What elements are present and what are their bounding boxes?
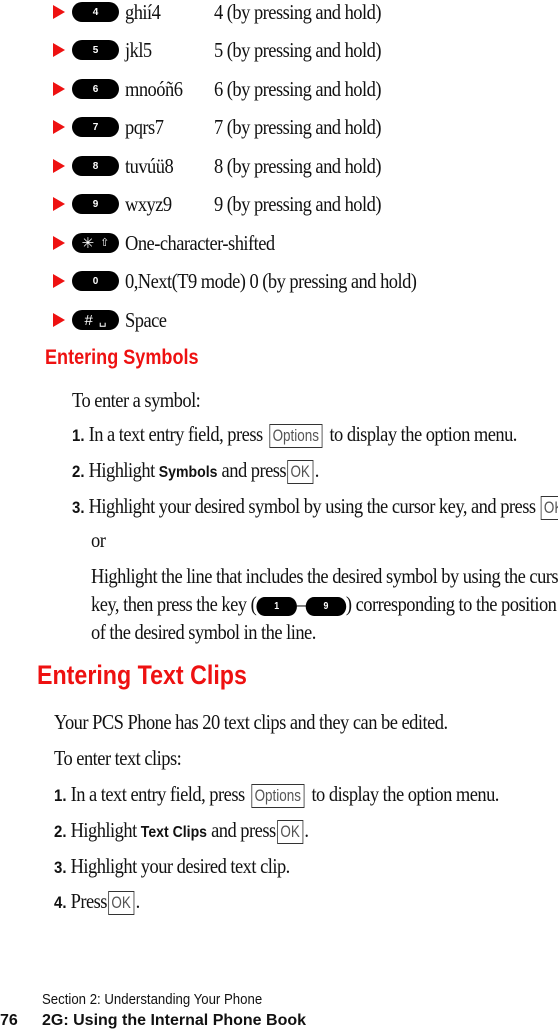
bullet-arrow-icon [53, 313, 65, 327]
key-desc: 8 (by pressing and hold) [214, 153, 382, 178]
key-desc: 6 (by pressing and hold) [214, 76, 382, 101]
ok-softkey: OK [541, 496, 558, 521]
section-heading-text-clips: Entering Text Clips [37, 660, 247, 690]
key-letters: mnoóñ6 [125, 76, 183, 101]
options-softkey: Options [251, 784, 305, 809]
symbols-alt-line-2: key, then press the key (1–9) correspond… [91, 592, 557, 616]
key-1-icon: 1 [256, 596, 297, 616]
key-pound-space-icon: # ␣ [72, 310, 119, 330]
footer-chapter-title: 2G: Using the Internal Phone Book [42, 1012, 307, 1029]
bullet-arrow-icon [53, 197, 65, 211]
key-5-icon: 5 [72, 40, 119, 60]
text-clips-step-1: 1. In a text entry field, press Options … [54, 782, 499, 809]
text-clips-step-4: 4. Press OK. [54, 889, 140, 916]
key-6-icon: 6 [72, 79, 119, 99]
symbols-alt-line-1: Highlight the line that includes the des… [91, 564, 558, 588]
symbols-step-1: 1. In a text entry field, press Options … [72, 422, 517, 449]
key-letters: ghií4 [125, 0, 161, 24]
key-letters: tuvúü8 [125, 153, 174, 178]
ok-softkey: OK [277, 820, 303, 845]
bullet-arrow-icon [53, 120, 65, 134]
key-star-shift-icon: ✳ ⇧ [72, 233, 119, 253]
key-8-icon: 8 [72, 156, 119, 176]
key-desc: 9 (by pressing and hold) [214, 191, 382, 216]
key-9-icon: 9 [305, 596, 346, 616]
key-4-icon: 4 [72, 2, 119, 22]
bullet-arrow-icon [53, 274, 65, 288]
page-number: 76 [0, 1012, 18, 1029]
key-7-icon: 7 [72, 117, 119, 137]
bullet-arrow-icon [53, 236, 65, 250]
symbols-alt-line-3: of the desired symbol in the line. [91, 620, 316, 644]
text-clips-intro-2: To enter text clips: [54, 746, 182, 770]
ok-softkey: OK [287, 460, 314, 485]
key-9-icon: 9 [72, 194, 119, 214]
key-desc: 5 (by pressing and hold) [214, 37, 382, 62]
symbols-intro: To enter a symbol: [72, 388, 201, 412]
options-softkey: Options [269, 424, 323, 449]
bullet-arrow-icon [53, 82, 65, 96]
key-desc: 7 (by pressing and hold) [214, 114, 382, 139]
key-letters: One-character-shifted [125, 230, 275, 255]
text-clips-step-2: 2. Highlight Text Clips and press OK. [54, 818, 309, 845]
key-letters: 0,Next(T9 mode) 0 (by pressing and hold) [125, 268, 417, 293]
bullet-arrow-icon [53, 5, 65, 19]
footer-section-title: Section 2: Understanding Your Phone [42, 991, 263, 1008]
text-clips-step-3: 3. Highlight your desired text clip. [54, 854, 290, 878]
symbols-step-2: 2. Highlight Symbols and press OK. [72, 458, 319, 485]
ok-softkey: OK [108, 891, 135, 916]
key-letters: pqrs7 [125, 114, 164, 139]
symbols-or: or [91, 528, 106, 552]
bullet-arrow-icon [53, 43, 65, 57]
key-letters: wxyz9 [125, 191, 172, 216]
key-letters: Space [125, 307, 167, 332]
key-letters: jkl5 [125, 37, 152, 62]
key-desc: 4 (by pressing and hold) [214, 0, 382, 24]
text-clips-intro-1: Your PCS Phone has 20 text clips and the… [54, 710, 448, 734]
symbols-step-3: 3. Highlight your desired symbol by usin… [72, 494, 558, 521]
key-0-icon: 0 [72, 271, 119, 291]
section-heading-symbols: Entering Symbols [45, 346, 199, 369]
bullet-arrow-icon [53, 159, 65, 173]
